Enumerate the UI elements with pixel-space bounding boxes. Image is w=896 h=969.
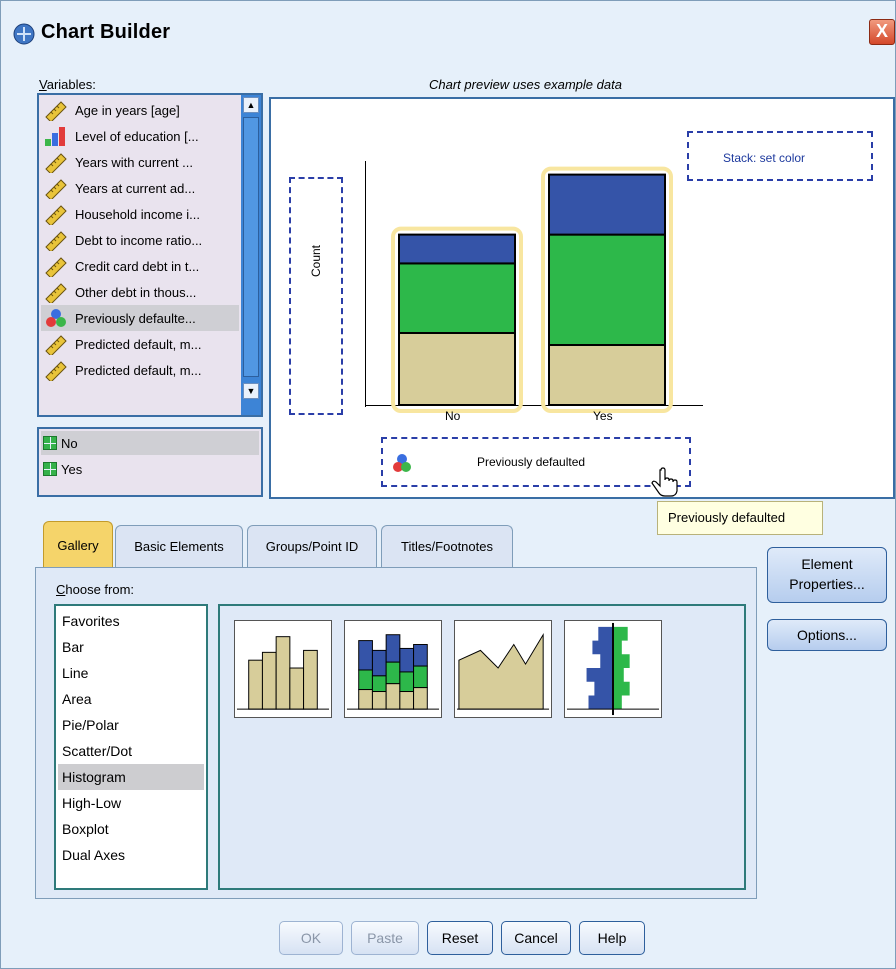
scale-ruler-icon: [43, 203, 69, 227]
variable-label: Predicted default, m...: [75, 362, 202, 378]
variable-label: Years with current ...: [75, 154, 194, 170]
chart-type-item[interactable]: Area: [58, 686, 204, 712]
variable-item[interactable]: Household income i...: [41, 201, 239, 227]
scroll-down-icon[interactable]: ▼: [243, 383, 259, 399]
variable-item[interactable]: Level of education [...: [41, 123, 239, 149]
category-icon: [43, 436, 57, 450]
chart-type-item[interactable]: Line: [58, 660, 204, 686]
variable-label: Age in years [age]: [75, 102, 180, 118]
simple-histogram-icon[interactable]: [234, 620, 332, 718]
variable-item[interactable]: Predicted default, m...: [41, 357, 239, 383]
bar-segment[interactable]: [548, 233, 666, 347]
variable-label: Level of education [...: [75, 128, 199, 144]
element-properties-button[interactable]: Element Properties...: [767, 547, 887, 603]
variable-label: Years at current ad...: [75, 180, 196, 196]
variable-item[interactable]: Predicted default, m...: [41, 331, 239, 357]
app-icon: [13, 23, 35, 45]
frequency-polygon-icon[interactable]: [454, 620, 552, 718]
bar-segment[interactable]: [548, 173, 666, 236]
close-button[interactable]: X: [869, 19, 895, 45]
variable-item[interactable]: Previously defaulte...: [41, 305, 239, 331]
population-pyramid-icon[interactable]: [564, 620, 662, 718]
nominal-circles-icon: [43, 307, 69, 329]
scroll-up-icon[interactable]: ▲: [243, 97, 259, 113]
scale-ruler-icon: [43, 177, 69, 201]
cancel-button[interactable]: Cancel: [501, 921, 571, 955]
chart-type-item[interactable]: Favorites: [58, 608, 204, 634]
scroll-thumb[interactable]: [243, 117, 259, 377]
ordinal-bars-icon: [43, 125, 69, 147]
category-icon: [43, 462, 57, 476]
variables-scrollbar[interactable]: ▲ ▼: [241, 95, 261, 415]
bar-segment[interactable]: [398, 332, 516, 406]
scale-ruler-icon: [43, 255, 69, 279]
category-item-yes[interactable]: Yes: [41, 457, 259, 481]
category-item-no[interactable]: No: [41, 431, 259, 455]
variables-list[interactable]: Age in years [age] Level of education [..…: [37, 93, 263, 417]
variable-item[interactable]: Years at current ad...: [41, 175, 239, 201]
reset-button[interactable]: Reset: [427, 921, 493, 955]
chart-type-item[interactable]: High-Low: [58, 790, 204, 816]
paste-button[interactable]: Paste: [351, 921, 419, 955]
options-button[interactable]: Options...: [767, 619, 887, 651]
variable-label: Predicted default, m...: [75, 336, 202, 352]
tab-titles-footnotes[interactable]: Titles/Footnotes: [381, 525, 513, 569]
x-tick-label: No: [445, 409, 461, 423]
chart-type-item[interactable]: Dual Axes: [58, 842, 204, 868]
tooltip: Previously defaulted: [657, 501, 823, 535]
chart-type-item[interactable]: Scatter/Dot: [58, 738, 204, 764]
ok-button[interactable]: OK: [279, 921, 343, 955]
variable-label: Other debt in thous...: [75, 284, 197, 300]
variable-item[interactable]: Debt to income ratio...: [41, 227, 239, 253]
chart-preview-canvas[interactable]: Count Stack: set color No Yes Previously…: [269, 97, 895, 499]
scale-ruler-icon: [43, 281, 69, 305]
tab-basic-elements[interactable]: Basic Elements: [115, 525, 243, 569]
variable-label: Household income i...: [75, 206, 201, 222]
categories-list[interactable]: No Yes: [37, 427, 263, 497]
bar-segment[interactable]: [398, 233, 516, 265]
help-button[interactable]: Help: [579, 921, 645, 955]
scale-ruler-icon: [43, 229, 69, 253]
preview-caption: Chart preview uses example data: [429, 77, 622, 92]
chart-type-item[interactable]: Histogram: [58, 764, 204, 790]
chart-builder-window: Chart Builder X Variables: Age in years …: [0, 0, 896, 969]
variable-item[interactable]: Credit card debt in t...: [41, 253, 239, 279]
nominal-circles-icon: [393, 454, 411, 472]
tab-groups-point-id[interactable]: Groups/Point ID: [247, 525, 377, 569]
bar-segment[interactable]: [398, 262, 516, 334]
scale-ruler-icon: [43, 99, 69, 123]
scale-ruler-icon: [43, 151, 69, 175]
title-bar: Chart Builder X: [1, 1, 895, 57]
chart-type-list[interactable]: Favorites Bar Line Area Pie/Polar Scatter/Dot…: [54, 604, 208, 890]
variable-item[interactable]: Years with current ...: [41, 149, 239, 175]
x-tick-label: Yes: [593, 409, 613, 423]
scale-ruler-icon: [43, 333, 69, 357]
chart-type-item[interactable]: Boxplot: [58, 816, 204, 842]
variables-label: Variables:: [39, 77, 96, 92]
gallery-panel: Choose from: Favorites Bar Line Area Pie/Pol…: [35, 567, 757, 899]
variable-item[interactable]: Age in years [age]: [41, 97, 239, 123]
window-title: Chart Builder: [41, 21, 171, 43]
choose-from-label: Choose from:: [56, 582, 135, 597]
scale-ruler-icon: [43, 359, 69, 383]
variable-label: Debt to income ratio...: [75, 232, 203, 248]
stacked-histogram-icon[interactable]: [344, 620, 442, 718]
chart-type-item[interactable]: Pie/Polar: [58, 712, 204, 738]
x-axis-dropzone-label: Previously defaulted: [477, 455, 586, 469]
gallery-thumbnails[interactable]: [218, 604, 746, 890]
chart-type-item[interactable]: Bar: [58, 634, 204, 660]
variable-label: Credit card debt in t...: [75, 258, 200, 274]
variable-label: Previously defaulte...: [75, 310, 196, 326]
tab-gallery[interactable]: Gallery: [43, 521, 113, 569]
bar-segment[interactable]: [548, 344, 666, 406]
hand-cursor-icon: [651, 467, 678, 497]
variable-item[interactable]: Other debt in thous...: [41, 279, 239, 305]
